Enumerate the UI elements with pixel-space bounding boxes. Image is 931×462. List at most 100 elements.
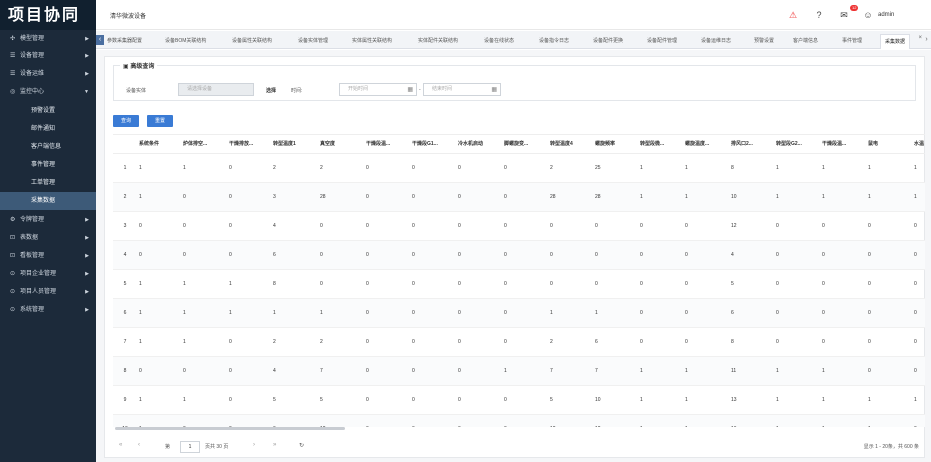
- table-cell: 2: [318, 153, 364, 183]
- end-time-input[interactable]: 结束时间 ▦: [423, 83, 501, 96]
- user-avatar-icon[interactable]: ☺: [862, 9, 874, 21]
- select-link[interactable]: 选择: [266, 87, 276, 94]
- table-cell: 1: [502, 356, 548, 386]
- table-cell: 8: [729, 327, 774, 357]
- column-header[interactable]: 转型温度4: [548, 135, 593, 154]
- next-page-icon[interactable]: ›: [253, 442, 255, 448]
- table-cell: 0: [820, 298, 866, 328]
- column-header[interactable]: 干燥排放...: [227, 135, 271, 154]
- horizontal-scrollbar[interactable]: [115, 427, 345, 430]
- tab-active-label: 采集数据: [885, 39, 906, 45]
- tab-item[interactable]: 参数采集器配置: [107, 34, 142, 49]
- table-row[interactable]: 7110220000260080000: [113, 327, 925, 357]
- table-cell: 1: [181, 269, 227, 299]
- sidebar-subitem[interactable]: 采集数据: [0, 192, 96, 210]
- column-header[interactable]: 炉体排空...: [181, 135, 227, 154]
- sidebar: 项目协同 ✣ 模型管理 ▶ ☰ 设备管理 ▶ ☰ 设备运维 ▶ ◎ 监控中心 ▼ 预警设置 邮件通知 客户…: [0, 0, 96, 462]
- column-header[interactable]: 干燥段温...: [820, 135, 866, 154]
- sidebar-subitem[interactable]: 邮件通知: [0, 120, 96, 138]
- last-page-icon[interactable]: »: [273, 442, 276, 448]
- tab-item[interactable]: 实体属性关联结构: [352, 34, 392, 49]
- sidebar-subitem[interactable]: 事件管理: [0, 156, 96, 174]
- table-row[interactable]: 5111800000000050000: [113, 269, 925, 299]
- tab-item[interactable]: 设备在线状态: [484, 34, 514, 49]
- column-header[interactable]: 真空度: [318, 135, 364, 154]
- tab-item[interactable]: 设备配件更换: [593, 34, 623, 49]
- column-header[interactable]: [113, 135, 137, 154]
- table-row[interactable]: 3 0 0 0 4 0 0 0 0 0 0 0 0 0 12 0 0 0 0: [113, 211, 925, 241]
- column-header[interactable]: 干燥段G1...: [410, 135, 456, 154]
- sidebar-item[interactable]: ⊡ 表数据 ▶: [0, 230, 96, 247]
- table-row[interactable]: 101006120000121211161110: [113, 414, 925, 427]
- column-header[interactable]: 转型温度1: [271, 135, 318, 154]
- column-header[interactable]: 排风口2...: [729, 135, 774, 154]
- sidebar-item[interactable]: ☰ 设备管理 ▶: [0, 48, 96, 65]
- sidebar-item[interactable]: ⚙ 令牌管理 ▶: [0, 212, 96, 229]
- sidebar-item[interactable]: ✣ 模型管理 ▶: [0, 31, 96, 48]
- column-header[interactable]: 鼠电: [866, 135, 912, 154]
- sidebar-subitem[interactable]: 工单管理: [0, 174, 96, 192]
- entity-input[interactable]: 请选择设备: [178, 83, 254, 96]
- prev-page-icon[interactable]: ‹: [138, 442, 140, 448]
- username[interactable]: admin: [878, 12, 894, 18]
- table-cell: 1: [227, 298, 271, 328]
- sidebar-subitem[interactable]: 客户端信息: [0, 138, 96, 156]
- tab-item[interactable]: 设备指令日志: [539, 34, 569, 49]
- table-row[interactable]: 4000600000000040000: [113, 240, 925, 270]
- column-header[interactable]: 冷水机启动: [456, 135, 502, 154]
- tab-scroll-right-icon[interactable]: ›: [922, 35, 931, 45]
- table-cell: 16: [729, 414, 774, 427]
- table-cell: 1: [137, 327, 181, 357]
- table-cell: 0: [181, 211, 227, 241]
- column-header[interactable]: 螺旋频率: [593, 135, 638, 154]
- table-row[interactable]: 9 1 1 0 5 5 0 0 0 0 5 10 1 1 13 1 1 1 1: [113, 385, 925, 415]
- sidebar-item[interactable]: ⊙ 项目企业管理 ▶: [0, 266, 96, 283]
- menu-icon: ⊙: [10, 289, 16, 295]
- tab-scroll-left-icon[interactable]: ‹: [96, 35, 104, 45]
- table-row[interactable]: 8 0 0 0 4 7 0 0 0 1 7 7 1 1 11 1 1 0 0: [113, 356, 925, 386]
- page-number-input[interactable]: 1: [180, 441, 200, 453]
- column-header[interactable]: 水温: [912, 135, 925, 154]
- table-cell: 0: [410, 385, 456, 415]
- sidebar-subitem[interactable]: 预警设置: [0, 102, 96, 120]
- column-header[interactable]: 螺旋温度...: [683, 135, 729, 154]
- table-cell: 7: [113, 327, 137, 357]
- table-cell: 1: [113, 153, 137, 183]
- tab-item[interactable]: 设备属性关联结构: [232, 34, 272, 49]
- table-row[interactable]: 1 1 1 0 2 2 0 0 0 0 2 25 1 1 8 1 1 1 1: [113, 153, 925, 183]
- table-cell: 12: [548, 414, 593, 427]
- tab-item[interactable]: 设备实体管理: [298, 34, 328, 49]
- tab-item[interactable]: 客户端信息: [793, 34, 818, 49]
- tab-item[interactable]: 实体配件关联结构: [418, 34, 458, 49]
- tab-item[interactable]: 事件管理: [842, 34, 862, 49]
- sidebar-item[interactable]: ☰ 设备运维 ▶: [0, 66, 96, 83]
- table-row[interactable]: 6111110000110060000: [113, 298, 925, 328]
- search-button[interactable]: 查询: [113, 115, 139, 127]
- sidebar-item[interactable]: ⊙ 系统管理 ▶: [0, 302, 96, 319]
- help-icon[interactable]: ?: [813, 9, 825, 21]
- sidebar-item[interactable]: ⊙ 项目人员管理 ▶: [0, 284, 96, 301]
- column-header[interactable]: 转型段微...: [638, 135, 683, 154]
- table-cell: 0: [866, 327, 912, 357]
- tab-active[interactable]: 采集数据: [880, 34, 911, 49]
- sidebar-item[interactable]: ⊡ 看板管理 ▶: [0, 248, 96, 265]
- tab-item[interactable]: 设备BOM关联结构: [165, 34, 206, 49]
- alarm-icon[interactable]: ⚠: [787, 9, 799, 21]
- sidebar-item[interactable]: ◎ 监控中心 ▼: [0, 84, 96, 101]
- table-cell: 0: [866, 211, 912, 241]
- column-header[interactable]: 转型段G2...: [774, 135, 820, 154]
- table-cell: 6: [271, 414, 318, 427]
- table-cell: 0: [774, 211, 820, 241]
- message-icon[interactable]: ✉: [838, 9, 850, 21]
- tab-item[interactable]: 预警设置: [754, 34, 774, 49]
- column-header[interactable]: 系统条件: [137, 135, 181, 154]
- table-row[interactable]: 2 1 0 0 3 28 0 0 0 0 28 28 1 1 10 1 1 1 1: [113, 182, 925, 212]
- tab-item[interactable]: 设备运维日志: [701, 34, 731, 49]
- first-page-icon[interactable]: «: [119, 442, 122, 448]
- start-time-input[interactable]: 开始时间 ▦: [339, 83, 417, 96]
- column-header[interactable]: 脚螺旋变...: [502, 135, 548, 154]
- tab-item[interactable]: 设备配件管理: [647, 34, 677, 49]
- refresh-icon[interactable]: ↻: [299, 442, 304, 449]
- reset-button[interactable]: 重置: [147, 115, 173, 127]
- column-header[interactable]: 干燥段温...: [364, 135, 410, 154]
